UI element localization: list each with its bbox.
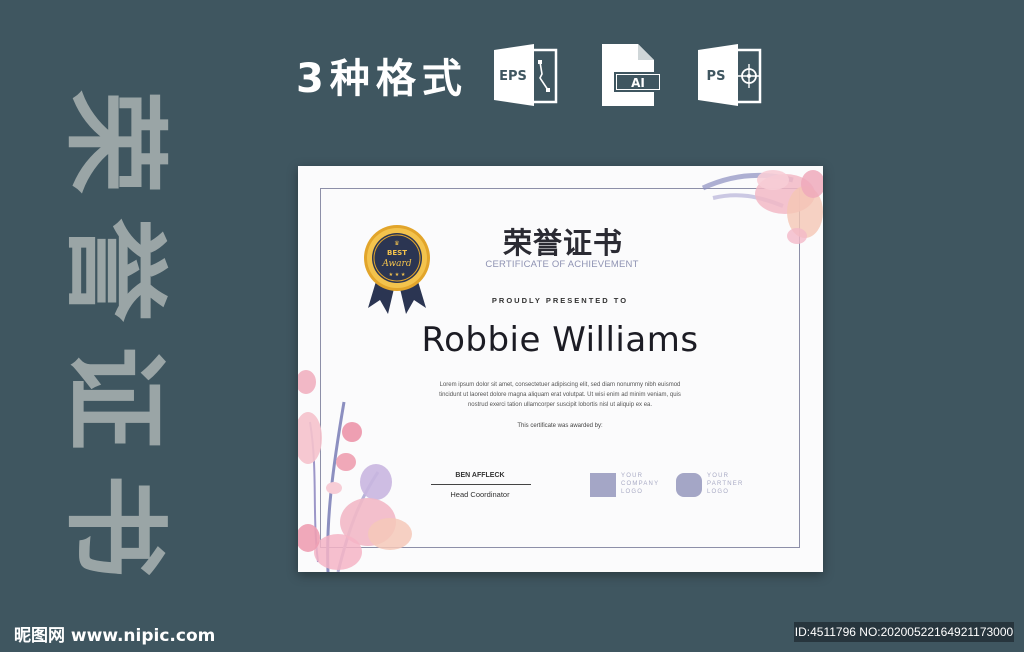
eps-file-icon: EPS — [493, 44, 560, 106]
certificate-card: BEST Award ♛ ★ ★ ★ 荣誉证书 CERTIFICATE OF A… — [298, 166, 823, 572]
image-id-label: ID:4511796 NO:20200522164921173000 — [794, 622, 1014, 642]
best-award-medal-icon: BEST Award ♛ ★ ★ ★ — [364, 225, 430, 314]
medal-line2: Award — [381, 259, 411, 269]
logo-text-line: LOGO — [707, 489, 730, 495]
logo-text-line: YOUR — [707, 473, 730, 479]
presented-to-label: PROUDLY PRESENTED TO — [491, 296, 629, 305]
svg-text:♛: ♛ — [394, 240, 399, 247]
formats-label: 3种格式 — [296, 56, 468, 102]
side-title-char: 证 — [53, 345, 176, 451]
side-title-char: 书 — [53, 473, 176, 579]
logo-text-line: PARTNER — [707, 481, 744, 487]
side-title-char: 荣 — [53, 89, 176, 195]
floral-decoration-top-right — [701, 170, 823, 244]
certificate-body: Lorem ipsum dolor sit amet, consectetuer… — [428, 380, 692, 410]
company-logo-text: YOUR COMPANY LOGO — [621, 472, 659, 496]
body-line: tincidunt ut laoreet dolore magna aliqua… — [439, 392, 681, 398]
logo-text-line: YOUR — [621, 473, 644, 479]
partner-logo-text: YOUR PARTNER LOGO — [707, 472, 744, 496]
ai-file-icon: AI — [596, 44, 662, 106]
recipient-name: Robbie Williams — [421, 320, 699, 360]
medal-line1: BEST — [387, 249, 407, 257]
svg-text:★ ★ ★: ★ ★ ★ — [389, 272, 406, 278]
ps-icon-text: PS — [706, 69, 725, 84]
ps-file-icon: PS — [697, 44, 764, 106]
body-line: nostrud exerci tation ullamcorper suscip… — [467, 402, 653, 408]
signer-name: BEN AFFLECK — [455, 472, 505, 479]
floral-decoration-bottom-left — [298, 370, 412, 572]
signature-line — [431, 484, 531, 485]
company-logo-placeholder — [590, 473, 616, 497]
partner-logo-placeholder — [676, 473, 702, 497]
certificate-title: 荣誉证书 — [502, 226, 623, 260]
signer-role: Head Coordinator — [450, 490, 510, 499]
logo-text-line: LOGO — [621, 489, 644, 495]
nipic-watermark-logo: 昵图网 www.nipic.com — [14, 626, 216, 646]
awarded-by-label: This certificate was awarded by: — [517, 423, 603, 429]
side-title: 荣 誉 证 书 — [54, 78, 176, 590]
certificate-subtitle: CERTIFICATE OF ACHIEVEMENT — [485, 259, 639, 270]
ai-icon-text: AI — [631, 76, 645, 90]
body-line: Lorem ipsum dolor sit amet, consectetuer… — [439, 382, 681, 388]
formats-row: 3种格式 EPS AI PS — [296, 44, 800, 106]
side-title-char: 誉 — [53, 217, 176, 323]
logo-text-line: COMPANY — [621, 481, 660, 487]
eps-icon-text: EPS — [499, 69, 527, 84]
